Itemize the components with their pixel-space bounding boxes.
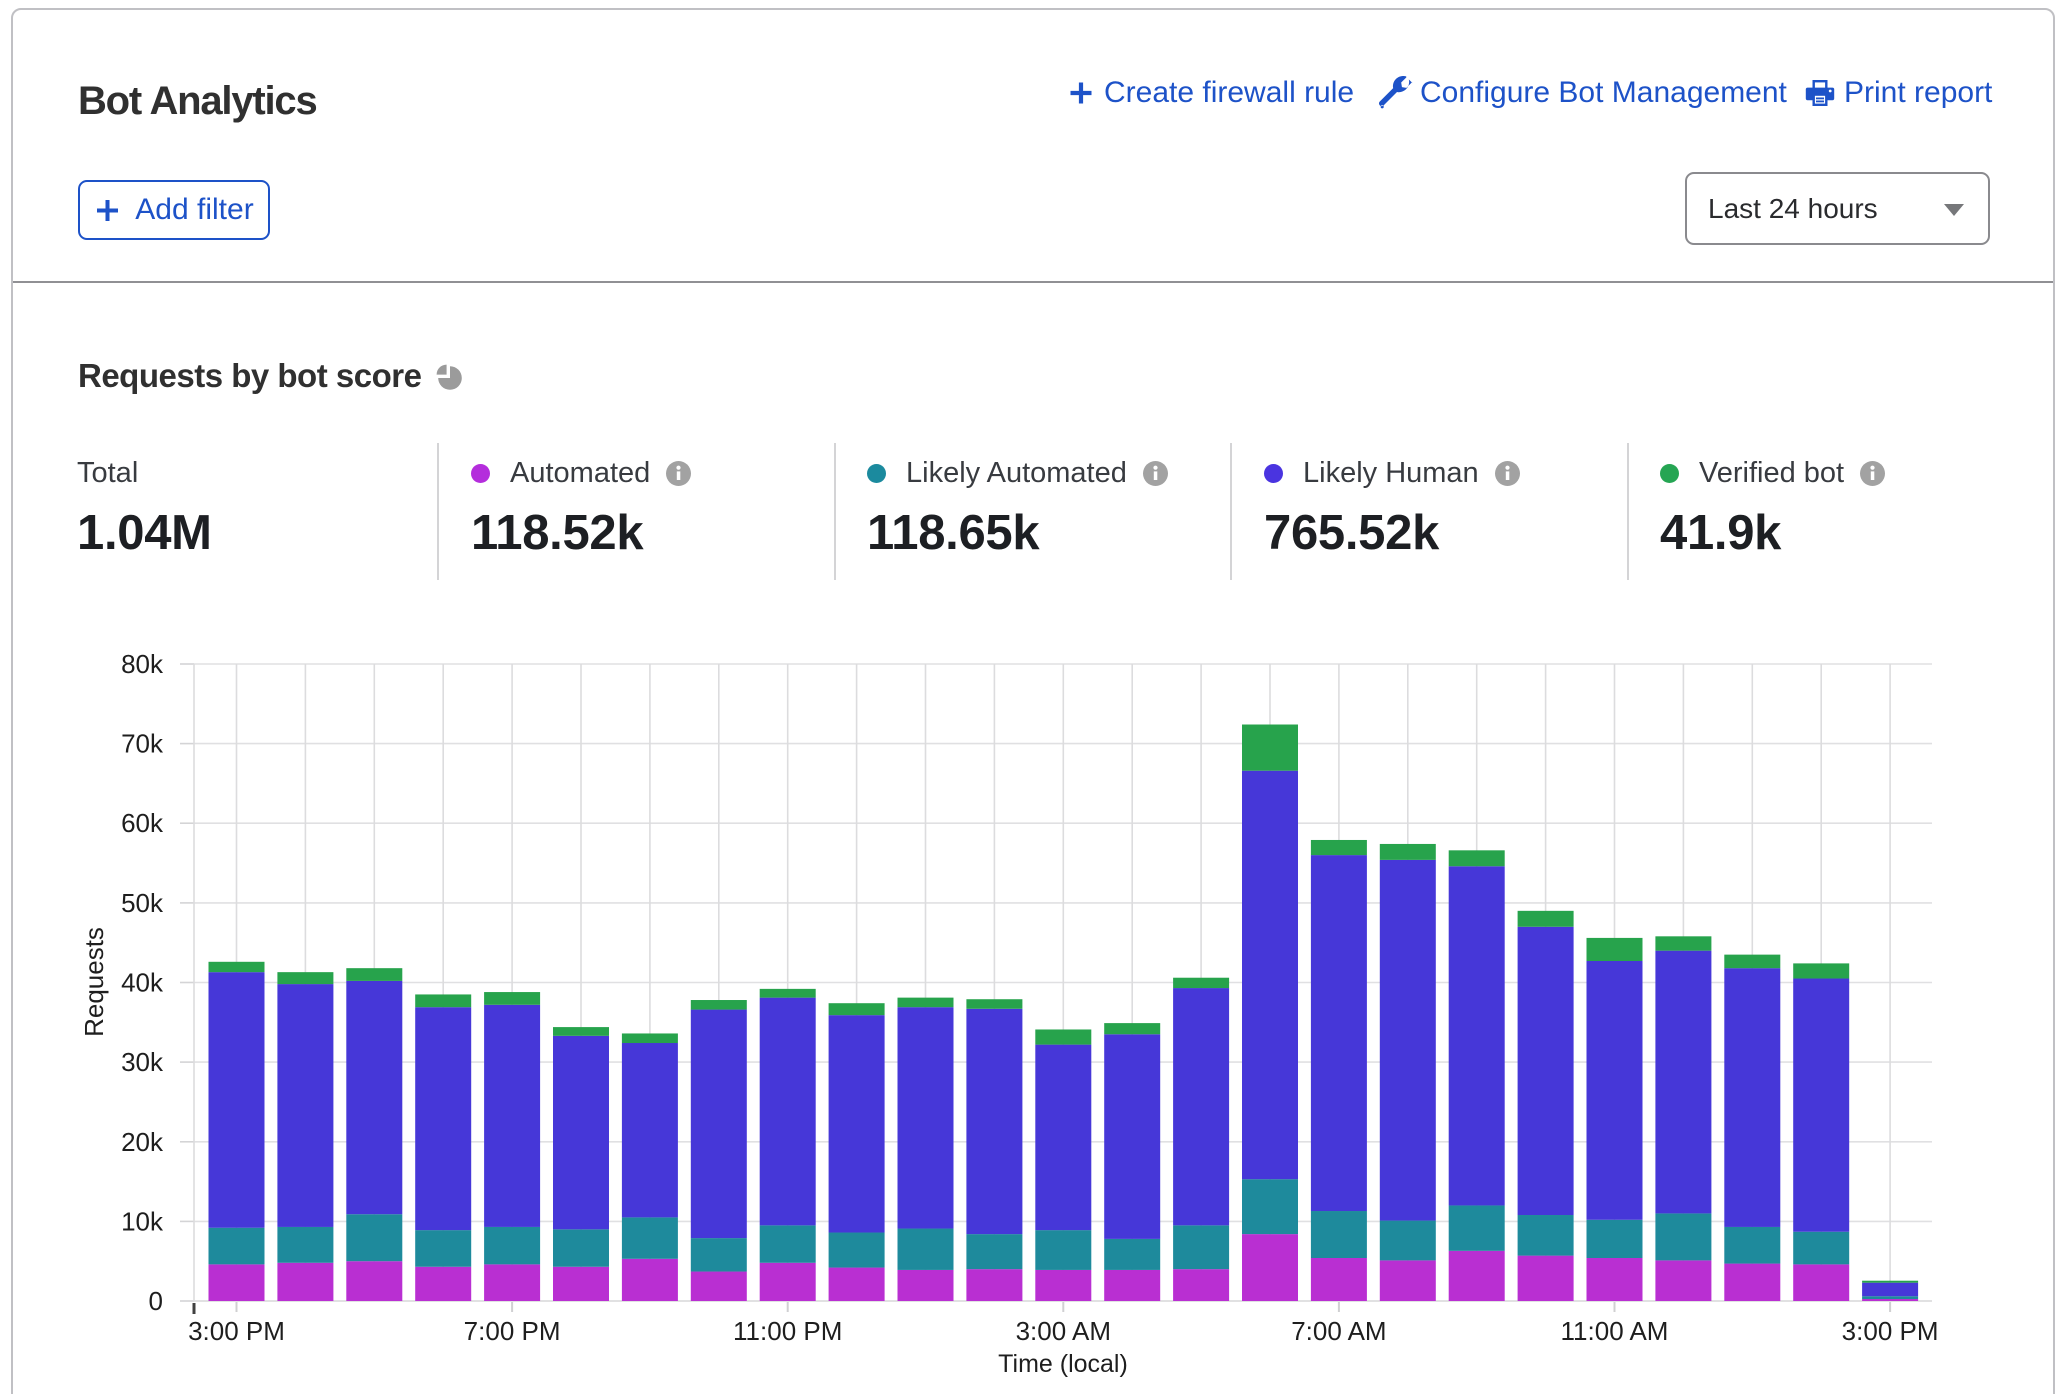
svg-text:60k: 60k — [121, 808, 164, 838]
svg-text:3:00 PM: 3:00 PM — [1842, 1316, 1939, 1346]
svg-text:7:00 AM: 7:00 AM — [1291, 1316, 1386, 1346]
svg-text:0: 0 — [149, 1286, 163, 1316]
svg-text:70k: 70k — [121, 729, 164, 759]
svg-text:20k: 20k — [121, 1127, 164, 1157]
svg-text:80k: 80k — [121, 649, 164, 679]
svg-text:10k: 10k — [121, 1206, 164, 1236]
svg-text:11:00 PM: 11:00 PM — [733, 1316, 842, 1346]
svg-text:11:00 AM: 11:00 AM — [1561, 1316, 1669, 1346]
svg-text:7:00 PM: 7:00 PM — [464, 1316, 561, 1346]
svg-text:40k: 40k — [121, 968, 164, 998]
svg-text:Time (local): Time (local) — [998, 1350, 1128, 1378]
svg-text:3:00 PM: 3:00 PM — [188, 1316, 285, 1346]
svg-text:50k: 50k — [121, 888, 164, 918]
svg-text:30k: 30k — [121, 1047, 164, 1077]
svg-text:Requests: Requests — [79, 927, 109, 1037]
svg-text:3:00 AM: 3:00 AM — [1016, 1316, 1111, 1346]
